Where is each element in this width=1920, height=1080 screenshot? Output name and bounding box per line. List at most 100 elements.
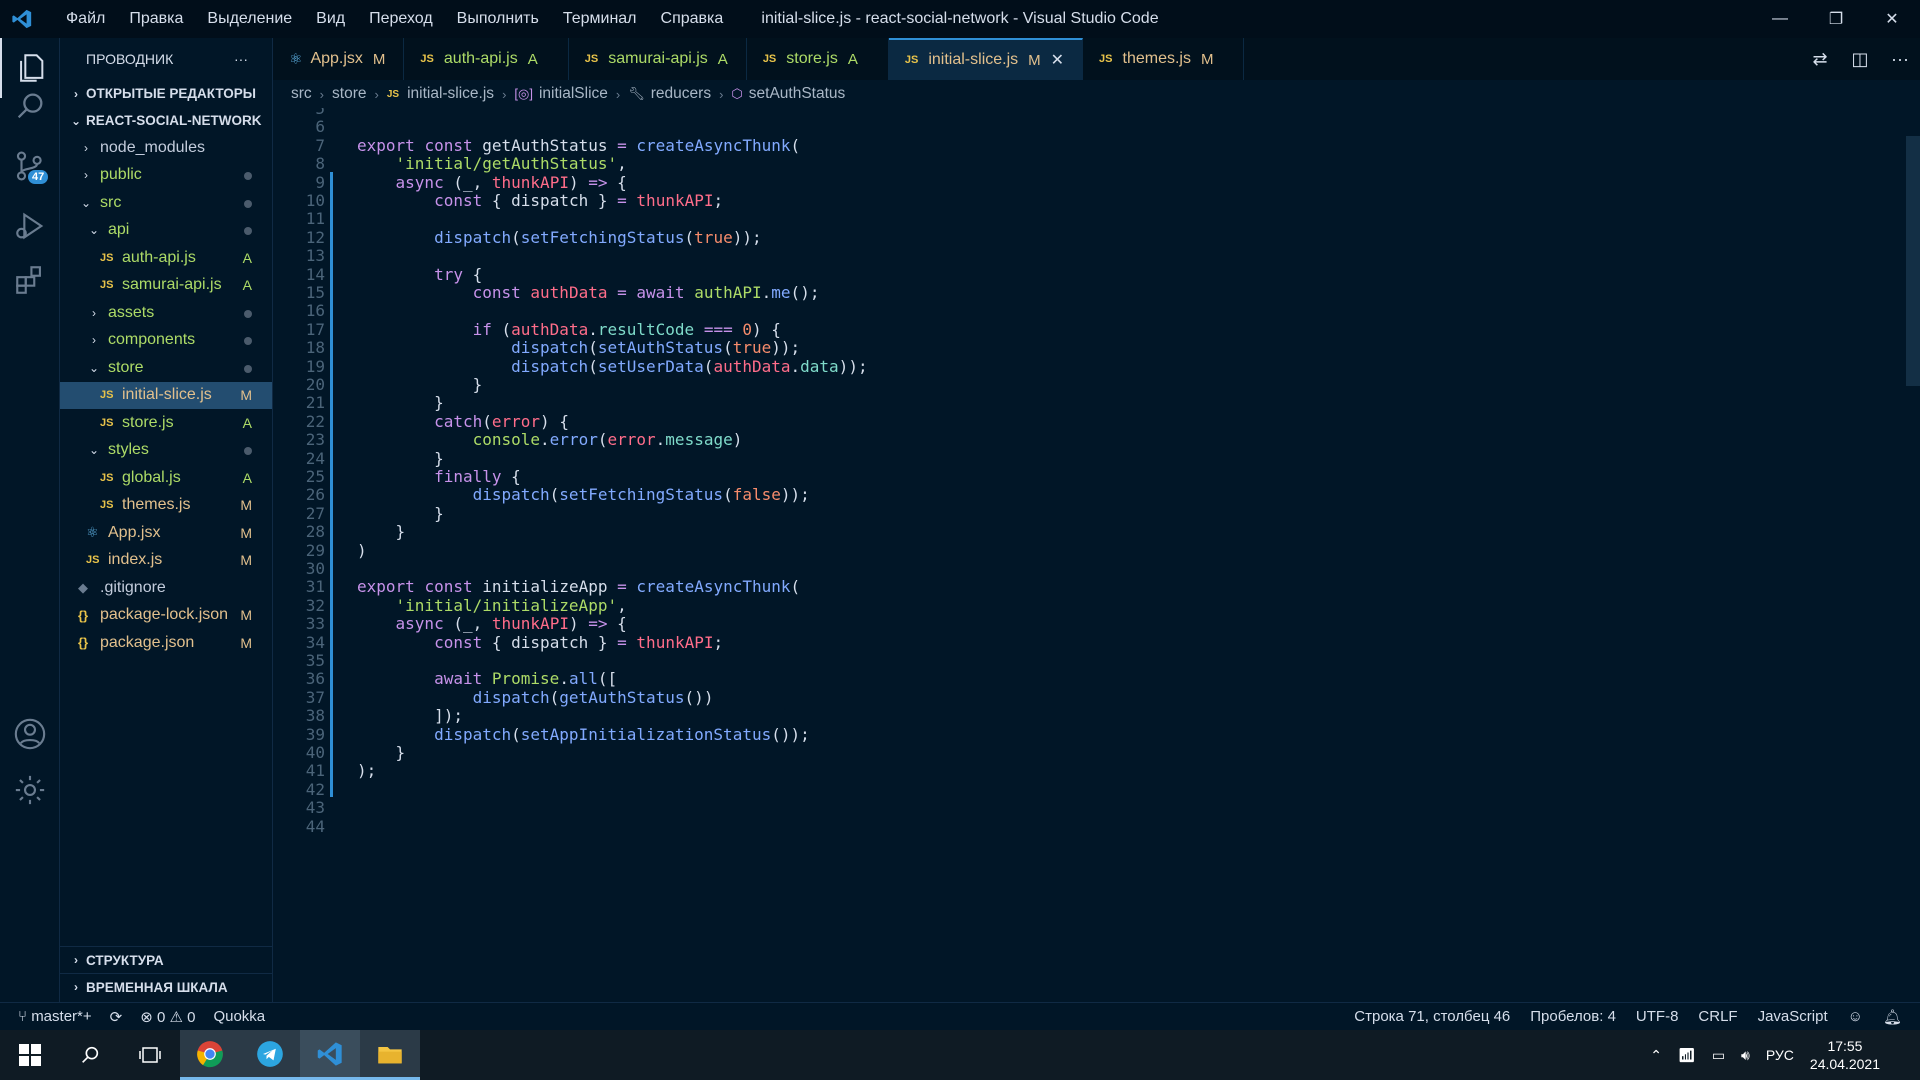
menu-edit[interactable]: Правка <box>117 0 195 38</box>
task-view-icon[interactable] <box>120 1030 180 1080</box>
tree-item-app-jsx[interactable]: ⚛ App.jsx M <box>60 519 272 547</box>
editor-scrollbar[interactable] <box>1906 136 1920 386</box>
tree-item-label: themes.js <box>122 496 191 514</box>
timeline-section[interactable]: › ВРЕМЕННАЯ ШКАЛА <box>60 973 273 1000</box>
telegram-app-icon[interactable] <box>240 1030 300 1080</box>
tree-item-src[interactable]: ⌄ src <box>60 189 272 217</box>
file-explorer-app-icon[interactable] <box>360 1030 420 1080</box>
breadcrumb-item[interactable]: reducers <box>651 85 711 103</box>
restore-icon[interactable]: ❐ <box>1808 0 1864 38</box>
code-line[interactable]: 44 <box>273 816 1873 839</box>
outline-section[interactable]: › СТРУКТУРА <box>60 946 273 973</box>
eol-status[interactable]: CRLF <box>1698 1008 1737 1025</box>
encoding-status[interactable]: UTF-8 <box>1636 1008 1679 1025</box>
problems-status[interactable]: ⊗ 0 ⚠ 0 <box>140 1008 195 1026</box>
tree-item-api[interactable]: ⌄ api <box>60 217 272 245</box>
vscode-app-icon[interactable] <box>300 1030 360 1080</box>
tree-item-auth-api[interactable]: JS auth-api.js A <box>60 244 272 272</box>
breadcrumb-item[interactable]: initialSlice <box>539 85 608 103</box>
tree-item-components[interactable]: › components <box>60 327 272 355</box>
close-window-icon[interactable]: ✕ <box>1864 0 1920 38</box>
account-icon[interactable] <box>0 704 60 764</box>
split-editor-icon[interactable]: ◫ <box>1840 49 1880 70</box>
chevron-right-icon: › <box>615 86 621 102</box>
tree-item-package-json[interactable]: {} package.json M <box>60 629 272 657</box>
breadcrumb-item[interactable]: src <box>291 85 312 103</box>
notifications-bell-icon[interactable]: 🔔︎ <box>1883 1008 1902 1026</box>
breadcrumb-item[interactable]: store <box>332 85 366 103</box>
chevron-down-icon: ⌄ <box>88 223 100 238</box>
git-status: A <box>242 249 252 266</box>
menu-file[interactable]: Файл <box>54 0 117 38</box>
tab-initial-slice[interactable]: JS initial-slice.js M ✕ <box>888 38 1084 80</box>
feedback-icon[interactable]: ☺ <box>1848 1008 1863 1025</box>
input-language[interactable]: РУС <box>1766 1047 1794 1063</box>
git-status: M <box>240 524 252 541</box>
tree-item-store[interactable]: ⌄ store <box>60 354 272 382</box>
volume-icon[interactable]: 🔊︎ <box>1741 1047 1750 1064</box>
js-file-icon: JS <box>100 416 114 429</box>
tree-item-global[interactable]: JS global.js A <box>60 464 272 492</box>
network-icon[interactable]: 📶︎ <box>1678 1047 1696 1064</box>
code-editor[interactable]: 5 6 7 export const getAuthStatus = createAs… <box>273 108 1920 1002</box>
status-dot <box>244 332 252 348</box>
tab-label: store.js <box>786 50 838 67</box>
menu-selection[interactable]: Выделение <box>195 0 304 38</box>
sync-icon[interactable]: ⟳ <box>110 1008 123 1026</box>
tab-store-js[interactable]: JS store.js A <box>746 38 889 80</box>
tab-themes[interactable]: JS themes.js M <box>1083 38 1245 80</box>
tree-item-label: .gitignore <box>100 578 166 596</box>
tree-item-public[interactable]: › public <box>60 162 272 190</box>
tree-item-themes[interactable]: JS themes.js M <box>60 492 272 520</box>
tree-item-store-js[interactable]: JS store.js A <box>60 409 272 437</box>
tree-item-label: initial-slice.js <box>122 386 212 404</box>
battery-icon[interactable]: ▭ <box>1712 1047 1725 1064</box>
menu-run[interactable]: Выполнить <box>445 0 551 38</box>
open-editors-section[interactable]: › ОТКРЫТЫЕ РЕДАКТОРЫ <box>60 80 272 107</box>
tree-item-styles[interactable]: ⌄ styles <box>60 437 272 465</box>
open-editors-label: ОТКРЫТЫЕ РЕДАКТОРЫ <box>86 86 257 101</box>
close-tab-icon[interactable]: ✕ <box>1051 50 1064 70</box>
wrench-icon: 🔧︎ <box>628 86 645 101</box>
breadcrumb-item[interactable]: initial-slice.js <box>407 85 494 103</box>
tree-item-initial-slice[interactable]: JS initial-slice.js M <box>60 381 272 409</box>
menu-help[interactable]: Справка <box>649 0 736 38</box>
tab-auth-api[interactable]: JS auth-api.js A <box>404 38 569 80</box>
project-section[interactable]: ⌄ REACT-SOCIAL-NETWORK <box>60 107 272 134</box>
tab-samurai-api[interactable]: JS samurai-api.js A <box>568 38 747 80</box>
branch-status[interactable]: ⑂ master*+ <box>18 1008 92 1025</box>
indentation-status[interactable]: Пробелов: 4 <box>1530 1008 1616 1025</box>
tray-expand-icon[interactable]: ⌃ <box>1650 1047 1662 1064</box>
run-debug-icon[interactable] <box>0 196 60 256</box>
settings-gear-icon[interactable] <box>0 760 60 820</box>
search-icon[interactable] <box>0 76 60 136</box>
quokka-status[interactable]: Quokka <box>213 1008 265 1025</box>
tree-item-gitignore[interactable]: ◆ .gitignore <box>60 574 272 602</box>
menu-go[interactable]: Переход <box>357 0 445 38</box>
tree-item-label: styles <box>108 441 149 459</box>
tree-item-node-modules[interactable]: › node_modules <box>60 134 272 162</box>
menu-view[interactable]: Вид <box>304 0 357 38</box>
menu-terminal[interactable]: Терминал <box>551 0 649 38</box>
chevron-right-icon: › <box>319 86 325 102</box>
tree-item-assets[interactable]: › assets <box>60 299 272 327</box>
title-bar: Файл Правка Выделение Вид Переход Выполн… <box>0 0 1920 38</box>
tab-app-jsx[interactable]: ⚛ App.jsx M <box>273 38 405 80</box>
cursor-position[interactable]: Строка 71, столбец 46 <box>1354 1008 1510 1025</box>
more-actions-icon[interactable]: ··· <box>1880 49 1920 70</box>
clock[interactable]: 17:55 24.04.2021 <box>1810 1037 1880 1073</box>
chrome-app-icon[interactable] <box>180 1030 240 1080</box>
tree-item-index[interactable]: JS index.js M <box>60 547 272 575</box>
open-changes-icon[interactable]: ⇄ <box>1800 49 1840 70</box>
source-control-icon[interactable]: 47 <box>0 136 60 196</box>
js-file-icon: JS <box>584 53 599 65</box>
breadcrumb-item[interactable]: setAuthStatus <box>749 85 846 103</box>
tree-item-package-lock[interactable]: {} package-lock.json M <box>60 602 272 630</box>
windows-start-icon[interactable] <box>0 1030 60 1080</box>
tree-item-samurai-api[interactable]: JS samurai-api.js A <box>60 272 272 300</box>
more-actions-icon[interactable]: ··· <box>234 51 248 67</box>
extensions-icon[interactable] <box>0 250 60 310</box>
language-mode[interactable]: JavaScript <box>1758 1008 1828 1025</box>
minimize-icon[interactable]: — <box>1752 0 1808 38</box>
taskbar-search-icon[interactable] <box>60 1030 120 1080</box>
